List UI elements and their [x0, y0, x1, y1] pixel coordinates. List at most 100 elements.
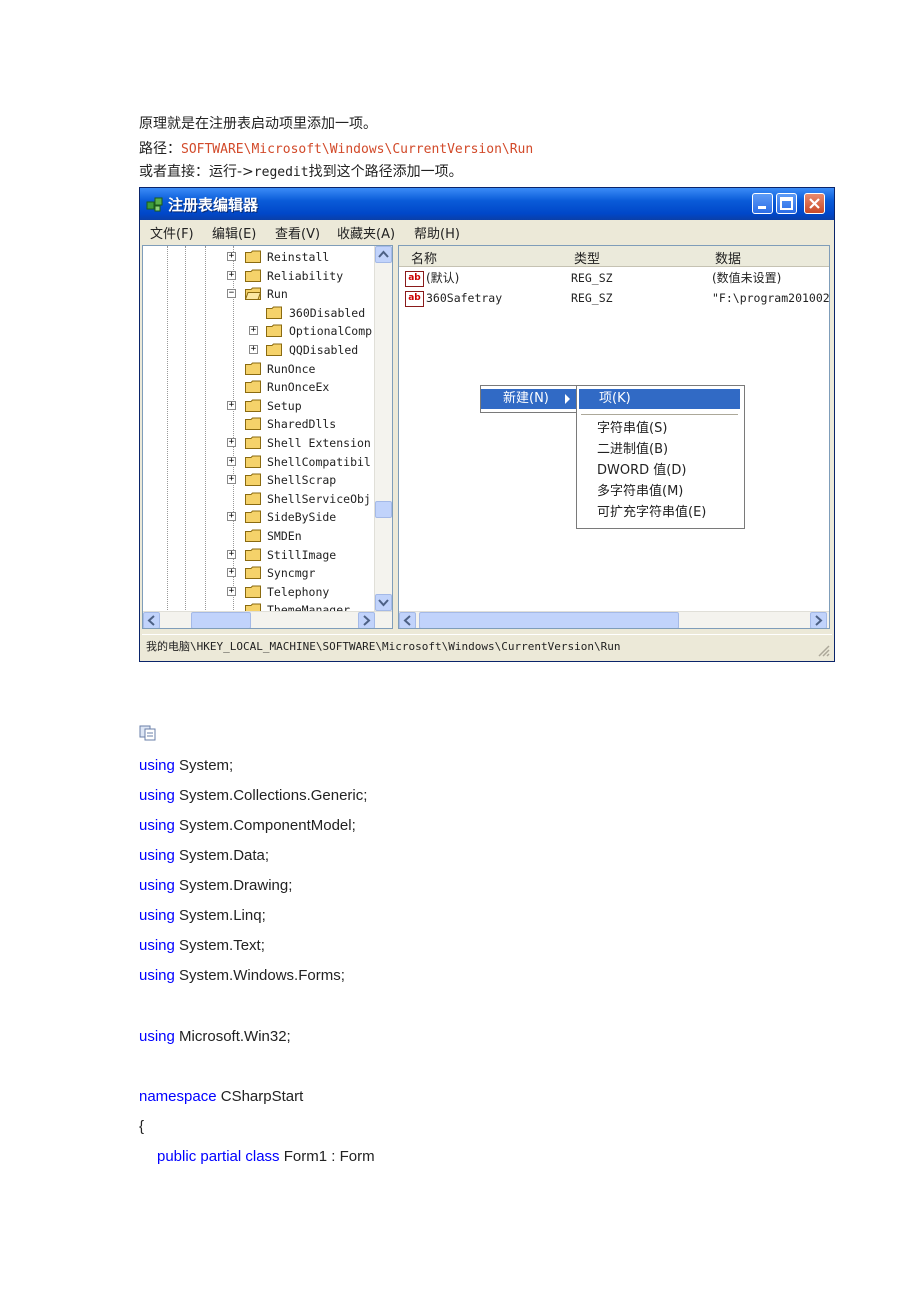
resize-grip-icon[interactable]	[818, 645, 830, 657]
tree-node[interactable]: SMDEn	[143, 527, 373, 545]
code-text: System.Collections.Generic;	[174, 787, 368, 804]
scroll-up-button[interactable]	[375, 246, 392, 263]
column-name[interactable]: 名称	[411, 248, 437, 267]
new-submenu: 项(K) 字符串值(S) 二进制值(B) DWORD 值(D) 多字符串值(M)…	[576, 385, 745, 529]
tree-node-label: Telephony	[267, 584, 330, 599]
expand-icon[interactable]: +	[249, 345, 258, 354]
menu-item-new[interactable]: 新建(N)	[481, 389, 578, 409]
column-type[interactable]: 类型	[574, 248, 600, 267]
menu-item-binary-value[interactable]: 二进制值(B)	[577, 440, 744, 460]
menu-view[interactable]: 查看(V)	[275, 223, 320, 242]
tree-node[interactable]: + ShellScrap	[143, 471, 373, 489]
menu-favorites[interactable]: 收藏夹(A)	[337, 223, 395, 242]
code-text: Microsoft.Win32;	[174, 1028, 291, 1045]
tree-node[interactable]: + Telephony	[143, 583, 373, 601]
menu-item-expandable-string-value[interactable]: 可扩充字符串值(E)	[577, 503, 744, 523]
tree-node[interactable]: + Setup	[143, 397, 373, 415]
menu-item-multi-string-value[interactable]: 多字符串值(M)	[577, 482, 744, 502]
tree-node[interactable]: ShellServiceObj	[143, 490, 373, 508]
tree-node[interactable]: + StillImage	[143, 546, 373, 564]
expand-icon[interactable]: +	[227, 475, 236, 485]
code-text: System.Data;	[174, 847, 270, 864]
code-line: using System.Linq;	[139, 906, 266, 926]
value-row[interactable]: ab (默认) REG_SZ (数值未设置)	[399, 268, 829, 288]
expand-icon[interactable]: +	[227, 586, 236, 596]
menu-item-string-value[interactable]: 字符串值(S)	[577, 419, 744, 439]
regedit-command: regedit	[253, 165, 309, 180]
code-line: using System.Text;	[139, 936, 265, 956]
code-keyword: using	[139, 817, 175, 834]
folder-icon	[266, 306, 282, 319]
maximize-icon	[780, 197, 793, 210]
tree-node[interactable]: SharedDlls	[143, 415, 373, 433]
tree-horizontal-scrollbar[interactable]	[143, 611, 392, 628]
tree-node[interactable]: + Reliability	[143, 267, 373, 285]
code-text: System.Drawing;	[174, 877, 293, 894]
menu-help[interactable]: 帮助(H)	[414, 223, 460, 242]
code-line: using System.Data;	[139, 846, 269, 866]
menu-file[interactable]: 文件(F)	[150, 223, 194, 242]
title-bar[interactable]: 注册表编辑器	[140, 188, 834, 220]
registry-editor-window: 注册表编辑器 文件(F) 编辑(E) 查看(V) 收藏夹(A) 帮助(H) + R…	[139, 187, 835, 662]
scroll-right-button[interactable]	[358, 612, 375, 628]
expand-icon[interactable]: +	[227, 549, 236, 559]
expand-icon[interactable]: +	[227, 270, 236, 280]
expand-icon[interactable]: +	[249, 326, 258, 336]
tree-vertical-scrollbar[interactable]	[374, 246, 392, 628]
menu-item-new-label: 新建(N)	[503, 391, 549, 406]
tree-node[interactable]: − Run	[143, 285, 373, 303]
maximize-button[interactable]	[776, 193, 797, 214]
scroll-left-button[interactable]	[143, 612, 160, 628]
expand-icon[interactable]: +	[227, 456, 236, 466]
column-header: 名称 类型 数据	[399, 246, 829, 267]
tree-node-label: Syncmgr	[267, 566, 316, 581]
menu-item-key[interactable]: 项(K)	[579, 389, 740, 409]
scroll-down-button[interactable]	[375, 594, 392, 611]
close-button[interactable]	[804, 193, 825, 214]
key-tree-pane[interactable]: + Reinstall + Reliability − Run 360Disabled + Op…	[142, 245, 393, 629]
expand-icon[interactable]: +	[227, 438, 236, 447]
tree-node-label: 360Disabled	[289, 305, 366, 320]
tree-node[interactable]: RunOnceEx	[143, 378, 373, 396]
tree-node[interactable]: + Shell Extension	[143, 434, 373, 452]
chevron-down-icon	[378, 599, 389, 607]
path-label: 路径：	[139, 141, 181, 157]
tree-node[interactable]: + ShellCompatibil	[143, 453, 373, 471]
tree-node[interactable]: RunOnce	[143, 360, 373, 378]
submenu-arrow-icon	[565, 394, 570, 404]
expand-icon[interactable]: +	[227, 252, 236, 261]
collapse-icon[interactable]: −	[227, 289, 236, 299]
minimize-button[interactable]	[752, 193, 773, 214]
expand-icon[interactable]: +	[227, 400, 236, 410]
menu-edit[interactable]: 编辑(E)	[212, 223, 256, 242]
scroll-right-button[interactable]	[810, 612, 827, 628]
scroll-left-button[interactable]	[399, 612, 416, 628]
tree-scroll-thumb[interactable]	[375, 501, 392, 518]
chevron-right-icon	[815, 615, 823, 626]
tree-node[interactable]: + Syncmgr	[143, 564, 373, 582]
code-line: public partial class Form1 : Form	[157, 1147, 375, 1167]
code-line: {	[139, 1117, 144, 1137]
tree-node[interactable]: + OptionalComp	[143, 322, 373, 340]
tree-node[interactable]: + SideBySide	[143, 508, 373, 526]
tree-node[interactable]: 360Disabled	[143, 304, 373, 322]
copy-code-icon[interactable]	[139, 725, 159, 741]
value-name: 360Safetray	[426, 291, 503, 305]
tree-node-label: Reliability	[267, 268, 344, 283]
expand-icon[interactable]: +	[227, 568, 236, 578]
tree-hscroll-thumb[interactable]	[191, 612, 251, 628]
minimize-icon	[758, 206, 766, 209]
tree-node-label: Run	[267, 287, 288, 302]
values-hscroll-thumb[interactable]	[419, 612, 679, 628]
menu-item-dword-value[interactable]: DWORD 值(D)	[577, 461, 744, 481]
tree-node[interactable]: + Reinstall	[143, 248, 373, 266]
folder-icon	[245, 436, 261, 449]
expand-icon[interactable]: +	[227, 512, 236, 522]
intro-line-3: 或者直接：运行->regedit找到这个路径添加一项。	[139, 162, 463, 183]
tree-node[interactable]: + QQDisabled	[143, 341, 373, 359]
value-row[interactable]: ab 360Safetray REG_SZ "F:\program201002	[399, 288, 829, 308]
values-horizontal-scrollbar[interactable]	[399, 611, 829, 628]
column-data[interactable]: 数据	[715, 248, 741, 267]
tree-node-label: SideBySide	[267, 510, 337, 525]
tree-node-label: SMDEn	[267, 529, 302, 543]
